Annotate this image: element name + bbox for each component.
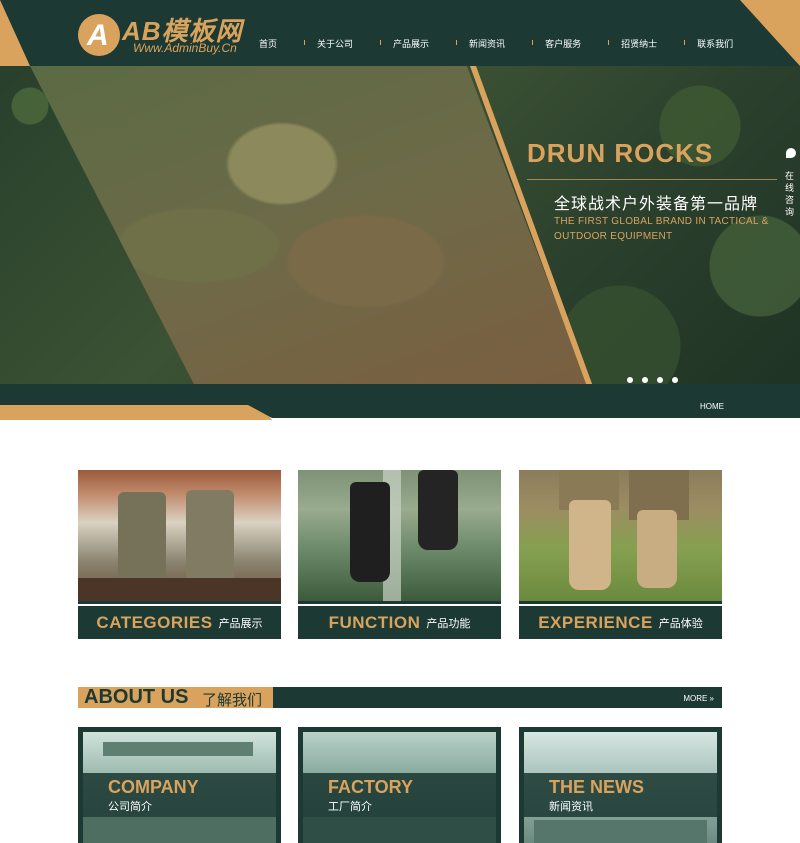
- banner-subtitle-en: THE FIRST GLOBAL BRAND IN TACTICAL & OUT…: [554, 216, 769, 242]
- nav-item-products[interactable]: 产品展示: [380, 37, 442, 50]
- logo-mark: A: [78, 14, 120, 56]
- nav-item-news[interactable]: 新闻资讯: [456, 37, 518, 50]
- product-card-subtitle: 产品展示: [218, 617, 263, 630]
- boot-shape: [569, 500, 611, 590]
- product-card-title: CATEGORIES: [96, 612, 213, 632]
- building-base: [83, 817, 276, 843]
- about-title-cn: 了解我们: [202, 692, 263, 709]
- boot-shape: [118, 492, 166, 587]
- header-corner-right: [740, 0, 800, 66]
- info-card-subtitle: 新闻资讯: [549, 801, 593, 813]
- product-card-function[interactable]: FUNCTION 产品功能: [298, 470, 501, 639]
- product-card-categories[interactable]: CATEGORIES 产品展示: [78, 470, 281, 639]
- info-card-title: COMPANY: [108, 777, 199, 797]
- info-card-subtitle: 工厂简介: [328, 801, 372, 813]
- building-roof: [103, 742, 253, 756]
- boots-field-image: [519, 470, 722, 601]
- product-card-label: CATEGORIES 产品展示: [78, 604, 281, 639]
- product-card-subtitle: 产品功能: [426, 617, 471, 630]
- breadcrumb-home-link[interactable]: HOME: [700, 402, 724, 411]
- slider-dot-4[interactable]: [672, 377, 678, 383]
- banner-bottom-band: [0, 384, 800, 392]
- product-card-title: FUNCTION: [328, 612, 421, 632]
- info-card-title: FACTORY: [328, 777, 414, 797]
- about-header-gold: ABOUT US 了解我们: [78, 686, 273, 709]
- boot-shape: [637, 510, 677, 588]
- online-consult-tab[interactable]: 在线咨询: [783, 146, 799, 226]
- site-header: A AB模板网 Www.AdminBuy.Cn 首页 关于公司 产品展示 新闻资…: [0, 0, 800, 66]
- breadcrumb-band: HOME: [0, 392, 800, 424]
- logo-url: Www.AdminBuy.Cn: [133, 41, 237, 55]
- boot-shape: [350, 482, 390, 582]
- nav-item-home[interactable]: 首页: [246, 37, 290, 50]
- info-card-title: THE NEWS: [549, 777, 645, 797]
- main-nav: 首页 关于公司 产品展示 新闻资讯 客户服务 招贤纳士 联系我们: [246, 37, 746, 50]
- banner-divider: [527, 179, 777, 180]
- nav-item-jobs[interactable]: 招贤纳士: [608, 37, 670, 50]
- header-corner-left: [0, 0, 30, 66]
- boots-water-image: [298, 470, 501, 601]
- boots-display-image: [78, 470, 281, 601]
- site-logo[interactable]: A AB模板网 Www.AdminBuy.Cn: [78, 10, 278, 60]
- info-card-factory[interactable]: FACTORY 工厂简介: [298, 727, 501, 843]
- info-card-news[interactable]: THE NEWS 新闻资讯: [519, 727, 722, 843]
- nav-item-about[interactable]: 关于公司: [304, 37, 366, 50]
- product-card-label: FUNCTION 产品功能: [298, 604, 501, 639]
- slider-dot-2[interactable]: [642, 377, 648, 383]
- slider-dots: [627, 377, 687, 383]
- nav-item-contact[interactable]: 联系我们: [684, 37, 746, 50]
- boot-shape: [418, 470, 458, 550]
- online-consult-label: 在线咨询: [785, 171, 795, 217]
- boots-floor: [78, 578, 281, 601]
- hero-banner: DRUN ROCKS 全球战术户外装备第一品牌 THE FIRST GLOBAL…: [0, 66, 800, 392]
- product-card-subtitle: 产品体验: [658, 617, 703, 630]
- nav-item-service[interactable]: 客户服务: [532, 37, 594, 50]
- logo-mark-letter: A: [87, 19, 109, 52]
- slider-dot-1[interactable]: [627, 377, 633, 383]
- factory-trees: [303, 817, 496, 843]
- about-header-dark: MORE »: [273, 687, 722, 708]
- about-more-link[interactable]: MORE »: [683, 694, 714, 703]
- about-section-header: ABOUT US 了解我们 MORE »: [78, 686, 722, 709]
- product-card-experience[interactable]: EXPERIENCE 产品体验: [519, 470, 722, 639]
- product-card-label: EXPERIENCE 产品体验: [519, 604, 722, 639]
- office-desks: [534, 820, 707, 843]
- boot-shape: [186, 490, 234, 587]
- about-title-en: ABOUT US: [84, 686, 189, 708]
- banner-title: DRUN ROCKS: [527, 138, 714, 168]
- slider-dot-3[interactable]: [657, 377, 663, 383]
- info-card-subtitle: 公司简介: [108, 801, 152, 813]
- info-card-company[interactable]: COMPANY 公司简介: [78, 727, 281, 843]
- banner-subtitle-cn: 全球战术户外装备第一品牌: [554, 196, 759, 213]
- product-card-title: EXPERIENCE: [538, 612, 653, 632]
- chat-bubble-icon: [786, 148, 796, 158]
